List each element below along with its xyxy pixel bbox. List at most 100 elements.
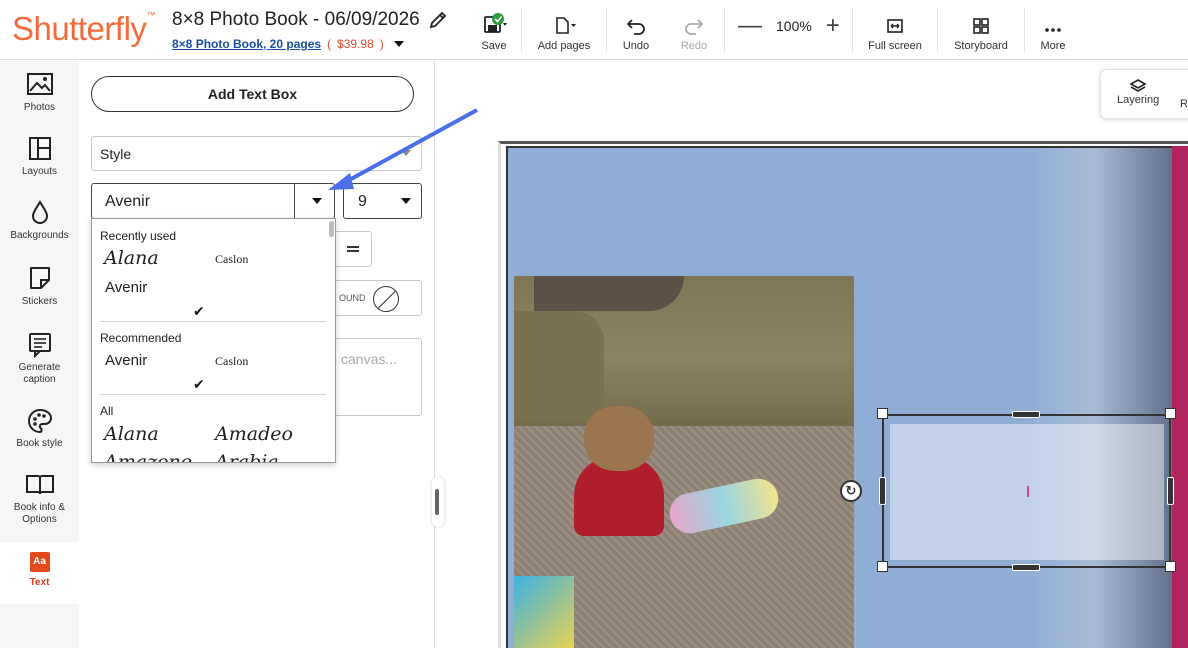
add-pages-button[interactable]: Add pages (536, 10, 592, 52)
book-price: $39.98 (337, 37, 374, 51)
rail-label: Book style (16, 438, 63, 449)
chevron-down-icon[interactable] (312, 198, 322, 204)
rail-item-book-style[interactable]: Book style (0, 408, 79, 450)
font-option-avenir[interactable]: Avenir (105, 279, 147, 296)
rotate-icon[interactable]: ↻ (840, 480, 862, 502)
undo-icon (626, 19, 645, 35)
resize-handle-se[interactable] (1165, 561, 1176, 572)
rail-item-backgrounds[interactable]: Backgrounds (0, 200, 79, 242)
photo-bag (514, 576, 574, 648)
align-center-button[interactable] (334, 231, 372, 267)
text-icon: Aa (29, 552, 50, 572)
zoom-out-button[interactable]: — (738, 14, 762, 38)
font-option-caslon[interactable]: Caslon (215, 252, 248, 267)
toolbar-divider (521, 8, 522, 52)
rail-label: Options (22, 514, 57, 525)
resize-handle-nw[interactable] (877, 408, 888, 419)
logo-trademark: ™ (146, 10, 155, 20)
font-select-value: Avenir (105, 193, 151, 210)
toolbar-divider (937, 8, 938, 52)
open-book-icon (25, 475, 54, 495)
photo-couch-arm (514, 311, 604, 421)
toolbar-divider (724, 8, 725, 52)
text-input-placeholder: canvas... (341, 351, 398, 367)
font-option-arabia[interactable]: Arabia (215, 451, 279, 462)
resize-handle-e[interactable] (1167, 477, 1174, 505)
storyboard-label: Storyboard (954, 40, 1008, 52)
checkmark-icon: ✔ (193, 376, 205, 392)
resize-handle-w[interactable] (879, 477, 886, 505)
divider (100, 394, 326, 395)
app-header: Shutterfly™ 8×8 Photo Book - 06/09/2026 … (0, 0, 1188, 60)
zoom-control: — 100% + (738, 14, 840, 38)
caption-icon (28, 333, 51, 358)
font-option-amadeo[interactable]: Amadeo (215, 423, 293, 445)
pencil-icon[interactable] (428, 10, 448, 30)
left-rail: Photos Layouts Backgrounds Stickers Gene… (0, 60, 79, 648)
section-recently-used: Recently used (100, 229, 177, 243)
no-color-icon (373, 286, 399, 312)
zoom-level: 100% (776, 18, 812, 34)
book-options-link[interactable]: 8×8 Photo Book, 20 pages (172, 37, 321, 51)
full-screen-label: Full screen (868, 40, 922, 52)
redo-icon (685, 19, 704, 35)
resize-handle-sw[interactable] (877, 561, 888, 572)
photos-icon (26, 73, 53, 95)
full-screen-button[interactable]: Full screen (866, 10, 924, 52)
background-color-button[interactable]: OUND (334, 280, 422, 316)
book-subtitle[interactable]: 8×8 Photo Book, 20 pages ($39.98) (172, 37, 404, 51)
align-center-icon (347, 246, 359, 252)
resize-handle-ne[interactable] (1165, 408, 1176, 419)
select-divider (294, 184, 295, 218)
panel-resize-handle[interactable] (432, 477, 444, 527)
shutterfly-logo[interactable]: Shutterfly™ (12, 10, 155, 48)
logo-text: Shutterfly (12, 10, 147, 47)
rail-item-stickers[interactable]: Stickers (0, 264, 79, 308)
rail-item-generate-caption[interactable]: Generate caption (0, 332, 79, 386)
rail-label: Photos (23, 102, 56, 113)
rail-label: Stickers (21, 296, 58, 307)
style-select-value: Style (100, 146, 132, 162)
save-label: Save (481, 40, 507, 52)
scrollbar[interactable] (329, 221, 334, 237)
rail-item-book-info[interactable]: Book info & Options (0, 472, 79, 526)
add-pages-label: Add pages (537, 40, 591, 52)
photo-leg (534, 276, 684, 311)
resize-handle-n[interactable] (1012, 411, 1040, 418)
undo-label: Undo (622, 40, 650, 52)
font-option-caslon[interactable]: Caslon (215, 354, 248, 369)
photo-dog-head (584, 406, 654, 471)
add-page-icon (556, 17, 576, 34)
font-dropdown-list[interactable]: Recently used Alana Caslon Avenir ✔ Reco… (91, 218, 336, 463)
rail-label: Book info & (13, 502, 66, 513)
rail-item-photos[interactable]: Photos (0, 72, 79, 114)
font-option-alana[interactable]: Alana (104, 423, 159, 445)
toolbar-divider (852, 8, 853, 52)
undo-button[interactable]: Undo (620, 10, 652, 52)
storyboard-button[interactable]: Storyboard (950, 10, 1012, 52)
rail-label: Layouts (21, 166, 58, 177)
rail-label: Text (29, 577, 50, 588)
editor-canvas[interactable]: Layering Re ↻ (436, 61, 1188, 648)
book-title[interactable]: 8×8 Photo Book - 06/09/2026 (172, 9, 448, 31)
font-select[interactable]: Avenir (91, 183, 335, 219)
next-tool-label[interactable]: Re (1180, 98, 1188, 110)
save-button[interactable]: Save (480, 10, 508, 52)
resize-handle-s[interactable] (1012, 564, 1040, 571)
more-button[interactable]: More (1038, 10, 1068, 52)
chevron-down-icon[interactable] (393, 41, 404, 47)
font-option-avenir[interactable]: Avenir (105, 352, 147, 369)
zoom-in-button[interactable]: + (826, 14, 840, 38)
price-open: ( (327, 37, 332, 51)
book-title-text: 8×8 Photo Book - 06/09/2026 (172, 9, 420, 30)
rail-item-layouts[interactable]: Layouts (0, 136, 79, 178)
text-input[interactable]: canvas... (334, 338, 422, 416)
font-option-alana[interactable]: Alana (104, 247, 159, 269)
more-label: More (1040, 40, 1066, 52)
rail-item-text[interactable]: Aa Text (0, 542, 79, 604)
redo-button[interactable]: Redo (678, 10, 710, 52)
toolbar-divider (1024, 8, 1025, 52)
dog-photo[interactable] (514, 276, 854, 648)
layering-button[interactable]: Layering (1117, 78, 1159, 106)
font-option-amazone[interactable]: Amazone (104, 451, 192, 462)
